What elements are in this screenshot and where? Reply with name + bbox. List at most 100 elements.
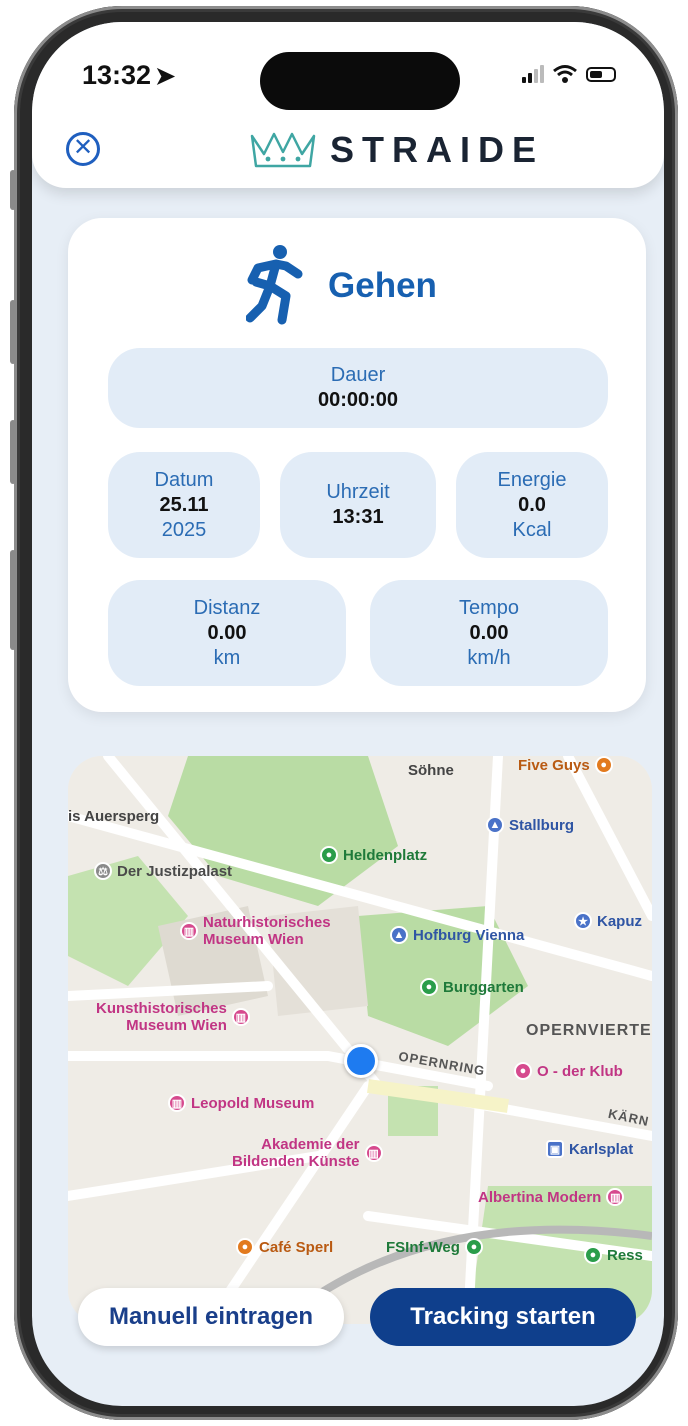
energy-label: Energie [497, 468, 567, 491]
brand-title: STRAIDE [330, 129, 545, 170]
battery-icon [586, 66, 616, 82]
location-arrow-icon: ➤ [155, 63, 176, 90]
map-poi-oklub-text: O - der Klub [537, 1062, 623, 1080]
distance-pill: Distanz 0.00 km [108, 580, 346, 686]
signal-icon [522, 65, 544, 83]
volume-down-button [10, 420, 16, 484]
activity-title: Gehen [328, 266, 437, 305]
screen: ✕ STRAIDE 13:32 ➤ Gehen Dauer 00:00:00 D… [32, 22, 664, 1406]
map-poi-stallburg-text: Stallburg [509, 816, 575, 834]
map-poi-akademie-line2: Bildenden Künste [232, 1153, 360, 1171]
map-label-opernviertel: OPERNVIERTE [526, 1022, 652, 1040]
museum-icon: ▥ [168, 1094, 186, 1112]
map-poi-leopold-text: Leopold Museum [191, 1094, 315, 1112]
crown-logo-icon [250, 132, 316, 168]
map-poi-khm-line1: Kunsthistorisches [96, 1000, 227, 1017]
wifi-icon [553, 65, 577, 83]
activity-card: Gehen Dauer 00:00:00 Datum 25.11 2025 Uh… [68, 218, 646, 712]
map-label-soehne-text: Söhne [408, 762, 454, 779]
map-poi-cafe-sperl[interactable]: ● Café Sperl [236, 1238, 333, 1256]
map-poi-ress[interactable]: ● Ress [584, 1246, 643, 1264]
time-pill[interactable]: Uhrzeit 13:31 [280, 452, 436, 558]
date-value: 25.11 [159, 493, 209, 516]
map-poi-cafe-sperl-text: Café Sperl [259, 1238, 334, 1256]
map-poi-five-guys-text: Five Guys [518, 756, 590, 774]
distance-label: Distanz [193, 596, 261, 619]
museum-icon: ▥ [231, 1008, 250, 1027]
volume-up-button [10, 300, 16, 364]
map-label-auersperg: is Auersperg [68, 808, 159, 825]
transit-icon: ▣ [546, 1140, 564, 1158]
castle-icon: ▲ [390, 926, 408, 944]
status-icons [522, 64, 616, 84]
map-poi-fsinf[interactable]: FSInf-Weg ● [386, 1238, 483, 1256]
map-poi-albertina[interactable]: Albertina Modern ▥ [478, 1188, 625, 1206]
distance-unit: km [213, 646, 241, 669]
start-tracking-button[interactable]: Tracking starten [370, 1288, 636, 1346]
nightlife-icon: ● [514, 1062, 532, 1080]
pace-label: Tempo [458, 596, 520, 619]
action-button [10, 170, 16, 210]
map-poi-fsinf-text: FSInf-Weg [386, 1238, 460, 1256]
park-icon: ● [420, 978, 438, 996]
activity-header: Gehen [246, 244, 437, 328]
map-poi-burggarten[interactable]: ● Burggarten [420, 978, 524, 996]
map-poi-oklub[interactable]: ● O - der Klub [514, 1062, 623, 1080]
power-button [10, 550, 16, 650]
map-poi-nhm[interactable]: ▥ Naturhistorisches Museum Wien [180, 914, 331, 949]
status-time-text: 13:32 [82, 60, 152, 90]
map-poi-khm-line2: Museum Wien [126, 1017, 227, 1035]
duration-pill: Dauer 00:00:00 [108, 348, 608, 428]
map-poi-nhm-line2: Museum Wien [203, 931, 304, 949]
time-value: 13:31 [332, 506, 384, 528]
map-poi-kapuz[interactable]: ★ Kapuz [574, 912, 642, 930]
star-icon: ★ [574, 912, 592, 930]
close-circle-icon[interactable]: ✕ [66, 132, 100, 166]
park-icon: ● [464, 1238, 483, 1256]
map-poi-heldenplatz-text: Heldenplatz [343, 846, 428, 864]
cafe-icon: ● [236, 1238, 254, 1256]
map-poi-akademie-line1: Akademie der [261, 1136, 360, 1153]
current-location-marker [344, 1044, 378, 1078]
castle-icon: ▲ [486, 816, 504, 834]
restaurant-icon: ● [594, 756, 613, 774]
pace-pill: Tempo 0.00 km/h [370, 580, 608, 686]
map-poi-burggarten-text: Burggarten [443, 978, 524, 996]
map-label-auersperg-text: is Auersperg [68, 808, 160, 825]
map-label-soehne: Söhne [408, 762, 454, 779]
map-poi-justizpalast[interactable]: ⚖ Der Justizpalast [94, 862, 232, 880]
dynamic-island [260, 52, 460, 110]
map-poi-akademie[interactable]: Akademie der Bildenden Künste ▥ [232, 1136, 383, 1171]
map-poi-nhm-line1: Naturhistorisches [203, 914, 331, 931]
map-poi-hofburg-text: Hofburg Vienna [413, 926, 525, 944]
map-poi-stallburg[interactable]: ▲ Stallburg [486, 816, 574, 834]
duration-value: 00:00:00 [317, 389, 399, 411]
map-poi-justizpalast-text: Der Justizpalast [117, 862, 233, 880]
manual-entry-button[interactable]: Manuell eintragen [78, 1288, 344, 1346]
map-label-opernviertel-text: OPERNVIERTE [526, 1022, 652, 1039]
park-icon: ● [584, 1246, 602, 1264]
date-label: Datum [154, 468, 214, 491]
map-poi-leopold[interactable]: ▥ Leopold Museum [168, 1094, 314, 1112]
time-label: Uhrzeit [326, 481, 390, 503]
energy-value: 0.0 [518, 493, 546, 516]
duration-label: Dauer [330, 364, 386, 386]
pace-unit: km/h [467, 646, 511, 669]
museum-icon: ▥ [180, 922, 198, 940]
distance-value: 0.00 [207, 621, 247, 644]
map-poi-karlsplatz[interactable]: ▣ Karlsplat [546, 1140, 633, 1158]
brand: STRAIDE [248, 128, 544, 172]
map-poi-five-guys[interactable]: Five Guys ● [518, 756, 613, 774]
park-icon: ● [320, 846, 338, 864]
energy-unit: Kcal [512, 518, 552, 541]
museum-icon: ▥ [364, 1144, 383, 1163]
map-poi-hofburg[interactable]: ▲ Hofburg Vienna [390, 926, 524, 944]
energy-pill: Energie 0.0 Kcal [456, 452, 608, 558]
museum-icon: ▥ [606, 1188, 625, 1206]
map-poi-khm[interactable]: Kunsthistorisches Museum Wien ▥ [96, 1000, 250, 1035]
map-view[interactable]: Söhne Five Guys ● is Auersperg ▲ Stallburg… [68, 756, 652, 1324]
map-poi-heldenplatz[interactable]: ● Heldenplatz [320, 846, 427, 864]
map-poi-albertina-text: Albertina Modern [478, 1188, 602, 1206]
date-pill[interactable]: Datum 25.11 2025 [108, 452, 260, 558]
running-person-icon [246, 245, 303, 325]
